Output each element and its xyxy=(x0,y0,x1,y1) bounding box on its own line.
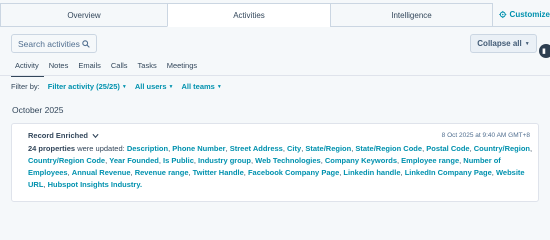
sidebar-toggle-handle[interactable]: ▮ xyxy=(539,44,550,58)
all-teams-dropdown[interactable]: All teams ▼ xyxy=(181,82,221,91)
chevron-down-icon[interactable] xyxy=(92,133,99,139)
update-intro-text: were updated: xyxy=(75,144,127,153)
property-link[interactable]: Employee range xyxy=(401,156,459,165)
chevron-down-icon: ▼ xyxy=(524,40,530,47)
property-link[interactable]: Is Public xyxy=(163,156,194,165)
activity-timestamp: 8 Oct 2025 at 9:40 AM GMT+8 xyxy=(441,132,530,139)
sidebar-toggle-icon: ▮ xyxy=(542,48,546,55)
chevron-down-icon: ▼ xyxy=(121,83,127,90)
property-link[interactable]: Linkedin handle xyxy=(343,168,400,177)
activity-card-header: Record Enriched 8 Oct 2025 at 9:40 AM GM… xyxy=(28,131,538,140)
activity-card-body: 24 properties were updated: Description,… xyxy=(28,143,534,191)
activity-card-title[interactable]: Record Enriched xyxy=(28,131,99,140)
activity-card: Record Enriched 8 Oct 2025 at 9:40 AM GM… xyxy=(11,123,539,202)
tab-overview[interactable]: Overview xyxy=(0,3,167,27)
search-icon[interactable] xyxy=(82,39,90,48)
property-link[interactable]: Description xyxy=(127,144,168,153)
property-link[interactable]: Industry group xyxy=(198,156,251,165)
subtabs-divider xyxy=(0,75,550,76)
property-link[interactable]: Company Keywords xyxy=(325,156,397,165)
filter-activity-dropdown[interactable]: Filter activity (25/25) ▼ xyxy=(48,82,127,91)
all-users-dropdown[interactable]: All users ▼ xyxy=(135,82,174,91)
filter-by-label: Filter by: xyxy=(11,82,40,91)
customize-button[interactable]: Customize xyxy=(493,3,550,27)
property-link[interactable]: Phone Number xyxy=(172,144,225,153)
property-link[interactable]: Web Technologies xyxy=(255,156,321,165)
property-link[interactable]: City xyxy=(287,144,301,153)
chevron-down-icon: ▼ xyxy=(216,83,222,90)
property-link[interactable]: Year Founded xyxy=(109,156,159,165)
property-link[interactable]: Country/Region xyxy=(474,144,530,153)
collapse-all-label: Collapse all xyxy=(477,39,522,48)
property-link[interactable]: Hubspot Insights Industry. xyxy=(48,180,142,189)
property-link[interactable]: Facebook Company Page xyxy=(248,168,339,177)
filter-bar: Filter by: Filter activity (25/25) ▼ All… xyxy=(11,82,222,91)
property-link[interactable]: Postal Code xyxy=(426,144,469,153)
search-input[interactable] xyxy=(18,38,80,49)
customize-label: Customize xyxy=(509,10,550,19)
property-link[interactable]: Annual Revenue xyxy=(72,168,131,177)
all-teams-label: All teams xyxy=(181,82,215,91)
property-link[interactable]: Revenue range xyxy=(135,168,189,177)
properties-count: 24 properties xyxy=(28,144,76,153)
search-box xyxy=(11,34,97,53)
property-link[interactable]: Twitter Handle xyxy=(193,168,244,177)
tab-activities[interactable]: Activities xyxy=(167,3,330,27)
property-link[interactable]: Country/Region Code xyxy=(28,156,105,165)
activity-title-label: Record Enriched xyxy=(28,131,89,140)
all-users-label: All users xyxy=(134,82,167,91)
tab-intelligence[interactable]: Intelligence xyxy=(330,3,493,27)
record-tabs: Overview Activities Intelligence Customi… xyxy=(0,3,550,27)
property-link[interactable]: State/Region Code xyxy=(355,144,422,153)
month-heading: October 2025 xyxy=(12,105,64,115)
filter-activity-label: Filter activity (25/25) xyxy=(47,82,120,91)
collapse-all-button[interactable]: Collapse all ▼ xyxy=(470,34,537,53)
gear-icon xyxy=(499,10,507,19)
property-link[interactable]: State/Region xyxy=(305,144,351,153)
chevron-down-icon: ▼ xyxy=(168,83,174,90)
property-link[interactable]: LinkedIn Company Page xyxy=(405,168,492,177)
property-link[interactable]: Street Address xyxy=(230,144,283,153)
